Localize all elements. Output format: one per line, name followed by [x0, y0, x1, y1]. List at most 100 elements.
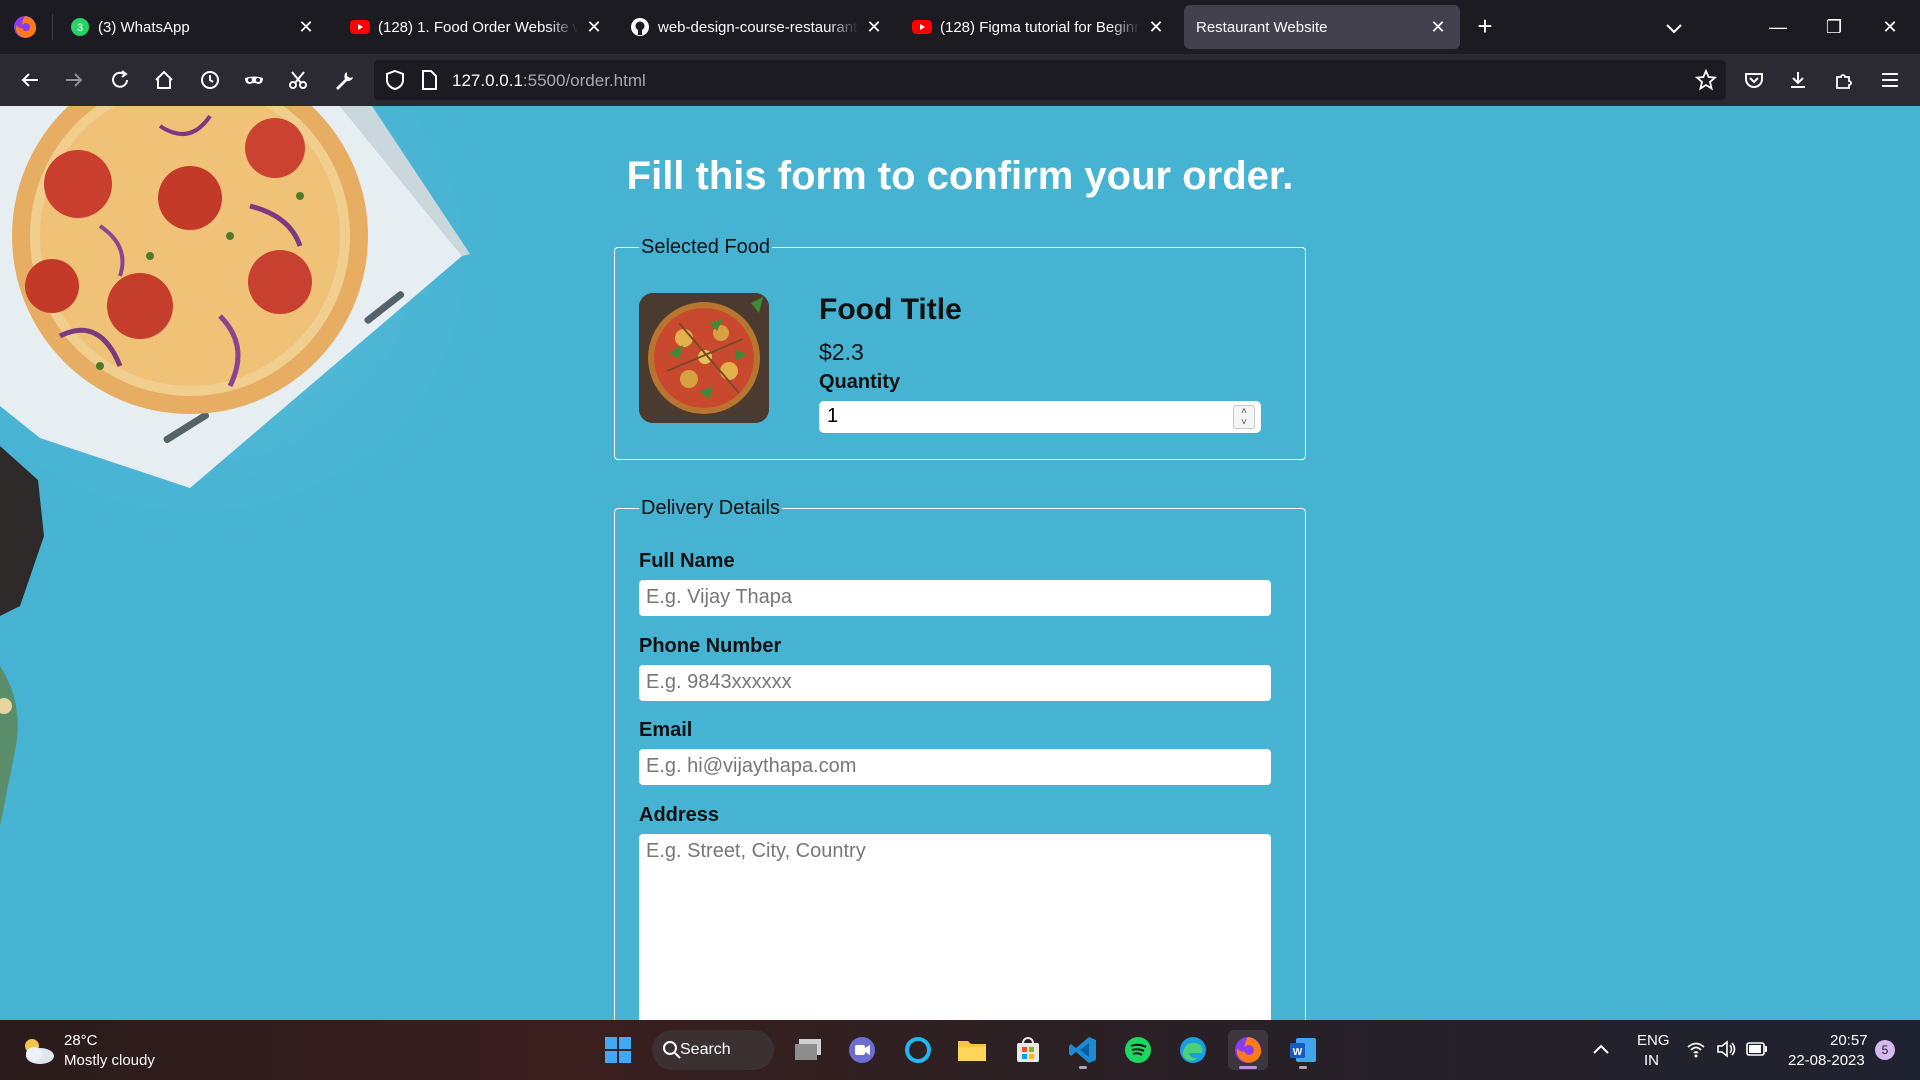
pizza-background-image: [0, 106, 560, 826]
address-bar[interactable]: 127.0.0.1:5500/order.html: [374, 60, 1726, 100]
food-image: [639, 293, 769, 423]
selected-food-fieldset: Selected Food Food Title $2.3 Quantity 1…: [614, 236, 1306, 460]
page-viewport[interactable]: Fill this form to confirm your order. Se…: [0, 106, 1920, 1020]
teams-chat-button[interactable]: [842, 1030, 882, 1070]
quantity-input[interactable]: 1 ˄ ˅: [819, 401, 1261, 433]
restore-button[interactable]: ❐: [1814, 12, 1854, 42]
firefox-icon: [1235, 1037, 1262, 1063]
tools-button[interactable]: [330, 66, 358, 94]
weather-temperature[interactable]: 28°C: [64, 1032, 98, 1049]
new-tab-button[interactable]: +: [1470, 12, 1500, 42]
close-tab-icon[interactable]: ✕: [296, 17, 316, 37]
reload-button[interactable]: [106, 66, 134, 94]
address-placeholder: E.g. Street, City, Country: [646, 840, 866, 862]
microsoft-store-button[interactable]: [1008, 1030, 1048, 1070]
phone-number-input[interactable]: E.g. 9843xxxxxx: [639, 665, 1271, 701]
start-button[interactable]: [598, 1030, 638, 1070]
forward-arrow-icon: [66, 73, 83, 87]
pocket-button[interactable]: [1740, 66, 1768, 94]
task-view-button[interactable]: [788, 1030, 828, 1070]
forward-button[interactable]: [60, 66, 88, 94]
file-explorer-icon: [958, 1041, 986, 1061]
tracking-protection-shield-icon[interactable]: [384, 69, 406, 91]
tab-youtube-food-order[interactable]: (128) 1. Food Order Website with ✕: [338, 5, 616, 49]
selected-food-legend: Selected Food: [641, 236, 770, 258]
home-button[interactable]: [150, 66, 178, 94]
tab-whatsapp[interactable]: 3 (3) WhatsApp ✕: [58, 5, 328, 49]
clock-time[interactable]: 20:57: [1830, 1032, 1868, 1049]
screenshot-button[interactable]: [284, 66, 312, 94]
tab-github[interactable]: web-design-course-restaurant/ ✕: [618, 5, 896, 49]
tab-title: web-design-course-restaurant/: [658, 18, 858, 36]
taskbar-search-button[interactable]: Search: [652, 1030, 774, 1070]
quantity-stepper[interactable]: ˄ ˅: [1233, 405, 1255, 429]
email-input[interactable]: E.g. hi@vijaythapa.com: [639, 749, 1271, 785]
hamburger-menu-icon: [1882, 73, 1898, 87]
browser-tab-strip: 3 (3) WhatsApp ✕ (128) 1. Food Order Web…: [0, 0, 1920, 54]
tab-separator: [52, 14, 53, 40]
bookmark-star-button[interactable]: [1692, 66, 1720, 94]
weather-cloudy-icon[interactable]: [20, 1034, 56, 1066]
task-view-icon: [795, 1039, 821, 1060]
clock-date[interactable]: 22-08-2023: [1788, 1052, 1865, 1069]
tab-title: Restaurant Website: [1196, 18, 1328, 36]
close-window-button[interactable]: ✕: [1870, 12, 1910, 42]
firefox-menu-icon[interactable]: [12, 14, 38, 40]
battery-icon[interactable]: [1746, 1042, 1768, 1056]
chevron-up-icon[interactable]: [1592, 1042, 1610, 1056]
scissors-icon: [289, 71, 307, 89]
tab-title: (128) Figma tutorial for Beginne: [940, 18, 1140, 36]
windows-start-icon: [605, 1037, 631, 1063]
extensions-button[interactable]: [1830, 66, 1858, 94]
input-region[interactable]: IN: [1644, 1052, 1659, 1069]
active-app-indicator: [1239, 1066, 1257, 1069]
word-button[interactable]: W: [1283, 1030, 1323, 1070]
download-icon: [1791, 72, 1805, 88]
email-label: Email: [639, 719, 693, 741]
close-tab-icon[interactable]: ✕: [864, 17, 884, 37]
file-explorer-button[interactable]: [952, 1030, 992, 1070]
github-icon: [630, 17, 650, 37]
full-name-input[interactable]: E.g. Vijay Thapa: [639, 580, 1271, 616]
vscode-button[interactable]: [1063, 1030, 1103, 1070]
app-menu-button[interactable]: [1876, 66, 1904, 94]
tab-restaurant-website[interactable]: Restaurant Website ✕: [1184, 5, 1460, 49]
cortana-button[interactable]: [898, 1030, 938, 1070]
pocket-icon: [1745, 73, 1763, 88]
spotify-button[interactable]: [1118, 1030, 1158, 1070]
close-tab-icon[interactable]: ✕: [584, 17, 604, 37]
back-arrow-icon: [21, 73, 38, 87]
page-title: Fill this form to confirm your order.: [626, 154, 1294, 198]
puzzle-piece-icon: [1836, 74, 1852, 89]
spotify-icon: [1125, 1037, 1151, 1063]
svg-text:W: W: [1293, 1047, 1303, 1058]
input-language[interactable]: ENG: [1637, 1032, 1670, 1049]
volume-icon[interactable]: [1716, 1040, 1738, 1058]
teams-icon: [849, 1037, 875, 1063]
url-text[interactable]: 127.0.0.1:5500/order.html: [452, 71, 646, 91]
page-info-icon[interactable]: [418, 69, 440, 91]
weather-description[interactable]: Mostly cloudy: [64, 1052, 155, 1069]
minimize-button[interactable]: —: [1758, 12, 1798, 42]
full-name-label: Full Name: [639, 550, 735, 572]
tab-youtube-figma[interactable]: (128) Figma tutorial for Beginne ✕: [900, 5, 1178, 49]
chevron-down-icon[interactable]: ˅: [1234, 417, 1254, 428]
food-price: $2.3: [819, 339, 864, 365]
firefox-taskbar-button[interactable]: [1228, 1030, 1268, 1070]
wifi-icon[interactable]: [1686, 1040, 1706, 1058]
private-browsing-button[interactable]: [240, 66, 268, 94]
list-all-tabs-icon[interactable]: [1660, 14, 1688, 42]
chevron-up-icon[interactable]: ˄: [1234, 406, 1254, 417]
quantity-value: 1: [827, 405, 839, 427]
svg-text:3: 3: [77, 22, 83, 34]
whatsapp-icon: 3: [70, 17, 90, 37]
close-tab-icon[interactable]: ✕: [1146, 17, 1166, 37]
back-button[interactable]: [16, 66, 44, 94]
address-textarea[interactable]: E.g. Street, City, Country: [639, 834, 1271, 1020]
history-button[interactable]: [196, 66, 224, 94]
close-tab-icon[interactable]: ✕: [1428, 17, 1448, 37]
edge-button[interactable]: [1173, 1030, 1213, 1070]
tab-title: (128) 1. Food Order Website with: [378, 18, 578, 36]
downloads-button[interactable]: [1784, 66, 1812, 94]
notification-count-badge[interactable]: 5: [1875, 1040, 1895, 1060]
